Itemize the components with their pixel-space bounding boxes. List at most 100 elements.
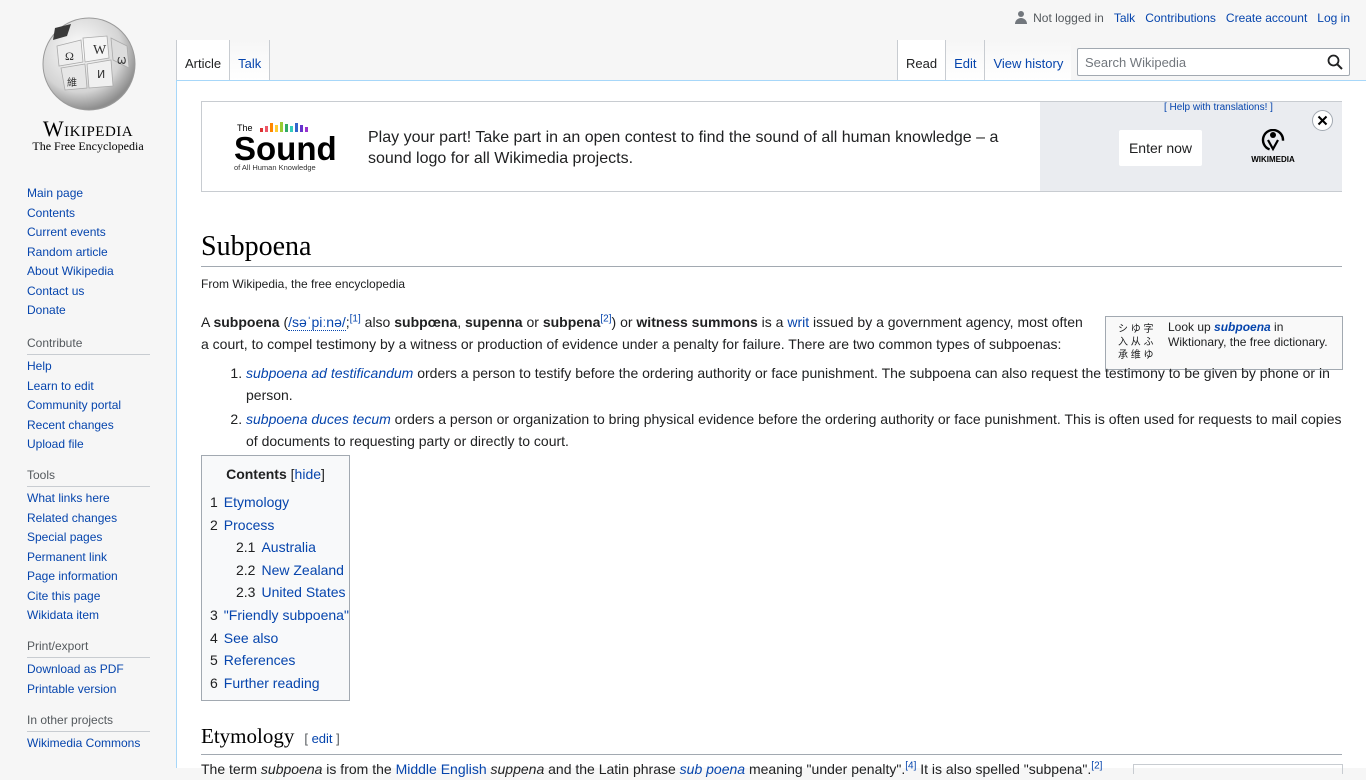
tools-portal: Tools What links here Related changes Sp… [0, 468, 176, 623]
sidebar-item-wikimedia-commons[interactable]: Wikimedia Commons [27, 736, 140, 750]
etymology-paragraph: The term subpoena is from the Middle Eng… [201, 758, 1121, 780]
toc-item[interactable]: 4 See also [210, 627, 349, 650]
etym-term: suppena [490, 761, 545, 777]
banner-close-button[interactable] [1312, 110, 1333, 131]
tab-talk[interactable]: Talk [230, 40, 271, 80]
nav-contents[interactable]: Contents [27, 206, 75, 220]
not-logged-in-label: Not logged in [1033, 11, 1104, 25]
wikipedia-logo[interactable]: W Ω 維 И Ѡ Wikipedia The Free Encyclopedi… [0, 0, 176, 160]
sidebar-item-what-links-here[interactable]: What links here [27, 491, 110, 505]
search-icon[interactable] [1327, 54, 1343, 70]
toc-num: 3 [210, 606, 218, 623]
tab-read[interactable]: Read [897, 40, 947, 80]
wiktionary-term-link[interactable]: subpoena [1214, 320, 1271, 334]
writ-link[interactable]: writ [787, 314, 809, 330]
toc-item[interactable]: 2.1 Australia [210, 536, 349, 559]
sidebar-item-special-pages[interactable]: Special pages [27, 530, 102, 544]
toc-label: "Friendly subpoena" [223, 606, 349, 623]
toc-label: New Zealand [261, 561, 344, 578]
etym-text: and the Latin phrase [544, 761, 680, 777]
navigation-portal: Main page Contents Current events Random… [0, 186, 176, 318]
type-text: orders a person or organization to bring… [246, 411, 1342, 449]
projects-portal: In other projects Wikimedia Commons [0, 713, 176, 751]
nav-donate[interactable]: Donate [27, 303, 66, 317]
intro-text: or [522, 314, 543, 330]
contributions-link[interactable]: Contributions [1145, 11, 1216, 25]
svg-text:維: 維 [67, 76, 77, 89]
search-input[interactable] [1083, 52, 1313, 72]
sidebar-item-cite-this-page[interactable]: Cite this page [27, 589, 100, 603]
toc-item[interactable]: 2 Process [210, 514, 349, 537]
create-account-link[interactable]: Create account [1226, 11, 1307, 25]
table-of-contents: Contents [hide] 1 Etymology 2 Process 2.1 A… [201, 455, 350, 701]
nav-current-events[interactable]: Current events [27, 225, 106, 239]
toc-hide-link[interactable]: hide [295, 466, 321, 482]
sidebar-item-related-changes[interactable]: Related changes [27, 511, 117, 525]
help-translate-link[interactable]: [ Help with translations! ] [1164, 102, 1273, 113]
projects-heading: In other projects [27, 713, 150, 732]
sidebar-item-upload-file[interactable]: Upload file [27, 437, 84, 451]
sidebar-item-help[interactable]: Help [27, 359, 52, 373]
sidebar-item-recent-changes[interactable]: Recent changes [27, 418, 114, 432]
toc-num: 2.3 [236, 584, 256, 601]
log-in-link[interactable]: Log in [1317, 11, 1350, 25]
middle-english-link[interactable]: Middle English [396, 761, 487, 777]
svg-text:И: И [97, 68, 105, 81]
sidebar-item-permanent-link[interactable]: Permanent link [27, 550, 107, 564]
sound-logo-sub: of All Human Knowledge [234, 163, 316, 172]
toc-item[interactable]: 5 References [210, 649, 349, 672]
toc-item[interactable]: 6 Further reading [210, 672, 349, 695]
close-icon [1317, 115, 1328, 126]
toc-num: 5 [210, 652, 218, 669]
sidebar-item-community-portal[interactable]: Community portal [27, 398, 121, 412]
ipa-link[interactable]: /səˈpiːnə/ [288, 314, 346, 331]
intro-text: A [201, 314, 214, 330]
nav-contact[interactable]: Contact us [27, 284, 84, 298]
list-item: subpoena duces tecum orders a person or … [246, 408, 1342, 452]
etym-text: It is also spelled "subpena". [916, 761, 1092, 777]
ref-4-link[interactable]: [4] [905, 760, 916, 771]
toc-num: 2.1 [236, 539, 256, 556]
intro-paragraph: A subpoena (/səˈpiːnə/;[1] also subpœna,… [201, 311, 1093, 355]
toc-label: Etymology [223, 494, 290, 510]
toc-item[interactable]: 3 "Friendly subpoena" [210, 604, 349, 627]
enter-now-button[interactable]: Enter now [1119, 130, 1202, 166]
nav-about[interactable]: About Wikipedia [27, 264, 114, 278]
section-edit: [ edit ] [304, 731, 340, 746]
tab-view-history-label: View history [993, 56, 1064, 71]
contribute-portal: Contribute Help Learn to edit Community … [0, 336, 176, 452]
tab-edit[interactable]: Edit [946, 40, 986, 80]
intro-term: witness summons [636, 314, 758, 330]
content: The Sound of All Human Knowledge Play yo… [176, 80, 1366, 777]
intro-text: is a [757, 314, 788, 330]
tab-article[interactable]: Article [176, 40, 231, 80]
sidebar-item-printable-version[interactable]: Printable version [27, 682, 116, 696]
toc-item[interactable]: 2.3 United States [210, 581, 349, 604]
intro-text: ) or [611, 314, 637, 330]
sub-poena-link[interactable]: sub poena [680, 761, 745, 777]
sidebar-item-page-information[interactable]: Page information [27, 569, 118, 583]
type-term: subpoena duces tecum [246, 411, 391, 427]
ref-1-link[interactable]: [1] [350, 313, 361, 324]
type-link[interactable]: subpoena ad testificandum [246, 365, 413, 381]
talk-link[interactable]: Talk [1114, 11, 1135, 25]
sidebar-item-download-pdf[interactable]: Download as PDF [27, 662, 124, 676]
ref-2b-link[interactable]: [2] [1091, 760, 1102, 771]
sidebar-item-wikidata-item[interactable]: Wikidata item [27, 608, 99, 622]
type-link[interactable]: subpoena duces tecum [246, 411, 391, 427]
tab-view-history[interactable]: View history [985, 40, 1072, 80]
puzzle-globe-icon: W Ω 維 И Ѡ [42, 17, 136, 111]
toc-item[interactable]: 2.2 New Zealand [210, 559, 349, 582]
intro-text: ( [279, 314, 289, 330]
ref-2-link[interactable]: [2] [600, 313, 611, 324]
wiktionary-text: Look up subpoena in Wiktionary, the free… [1168, 320, 1338, 350]
section-edit-link[interactable]: edit [312, 731, 333, 746]
search [1077, 48, 1366, 76]
sidebar-item-learn-to-edit[interactable]: Learn to edit [27, 379, 94, 393]
toc-label: Process [223, 516, 275, 533]
tab-edit-label: Edit [954, 56, 977, 71]
toc-item[interactable]: 1 Etymology [210, 491, 349, 514]
etym-text: is from the [322, 761, 396, 777]
nav-random-article[interactable]: Random article [27, 245, 108, 259]
nav-main-page[interactable]: Main page [27, 186, 83, 200]
